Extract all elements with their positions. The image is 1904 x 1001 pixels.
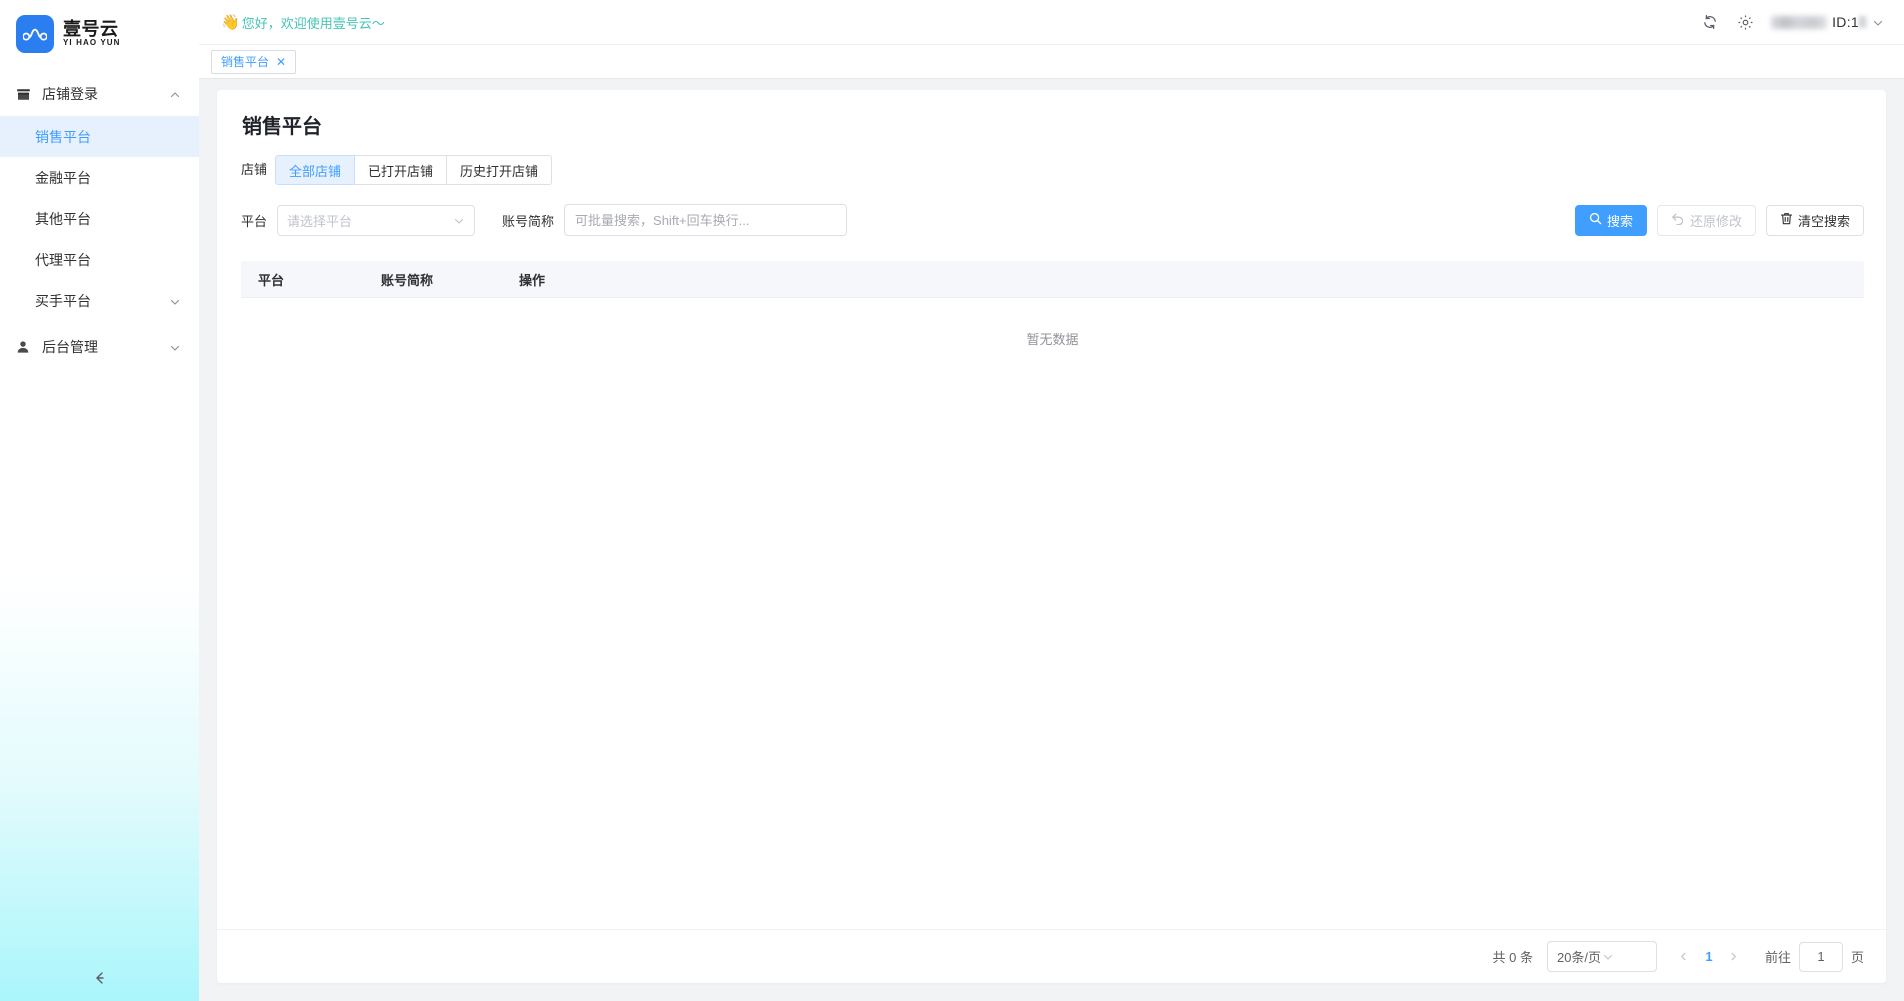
search-button-label: 搜索 [1606,213,1633,229]
tab-history-opened-shops[interactable]: 历史打开店铺 [446,155,553,185]
sidebar-menu: 店铺登录 销售平台 金融平台 其他平台 代理平台 买手平台 后台管理 [0,67,199,369]
chevron-down-icon [1872,16,1884,28]
account-search-input[interactable] [564,204,848,236]
undo-icon [1671,212,1685,228]
main-region: 👋 您好，欢迎使用壹号云～ ID:1 销售平台 ✕ 销售平台 店铺 全部店铺 已… [199,0,1904,1001]
sidebar-collapse-button[interactable] [0,960,199,1001]
filter-actions: 搜索 还原修改 清空搜索 [1574,204,1864,236]
pagination-total: 共 0 条 [1492,950,1533,965]
page-tab-label: 销售平台 [221,55,270,69]
chevron-down-icon [453,214,465,226]
clear-search-label: 清空搜索 [1797,213,1850,229]
tab-opened-shops[interactable]: 已打开店铺 [354,155,448,185]
wave-dots-logo-icon [16,14,54,53]
shops-table: 平台 账号简称 操作 暂无数据 [217,236,1886,983]
trash-icon [1780,212,1793,229]
sidebar-item-label: 金融平台 [35,169,91,186]
chevron-right-icon[interactable] [1721,944,1747,970]
platform-select[interactable]: 请选择平台 [277,204,476,236]
account-field: 账号简称 [502,204,848,236]
platform-label: 平台 [241,213,268,229]
table-empty-state: 暂无数据 [1026,332,1079,347]
welcome-text: 您好，欢迎使用壹号云～ [241,15,385,31]
sidebar-item-sales-platform[interactable]: 销售平台 [0,116,199,157]
column-header-platform: 平台 [258,272,285,288]
welcome-message: 👋 您好，欢迎使用壹号云～ [221,13,385,32]
page-title: 销售平台 [242,116,322,138]
page-size-select[interactable]: 20条/页 [1546,941,1657,972]
chevron-down-icon [169,341,181,353]
chevron-down-icon [169,295,181,307]
sidebar-group-shop-login[interactable]: 店铺登录 [0,72,199,116]
sidebar-item-label: 销售平台 [35,128,91,145]
close-icon[interactable]: ✕ [276,56,286,68]
page-tab-sales-platform[interactable]: 销售平台 ✕ [211,49,297,74]
brand-text: 壹号云 YI HAO YUN [63,20,121,47]
top-header: 👋 您好，欢迎使用壹号云～ ID:1 [199,0,1904,45]
platform-select-placeholder: 请选择平台 [287,213,353,229]
user-avatar-name-redacted [1771,15,1828,29]
page-tab-strip: 销售平台 ✕ [199,45,1904,79]
filter-bar: 平台 请选择平台 账号简称 可批量搜索，Shift+回车换行... 搜索 还原修… [217,185,1886,236]
pagination-jump-label: 前往 [1764,950,1791,965]
sales-platform-card: 销售平台 店铺 全部店铺 已打开店铺 历史打开店铺 平台 请选择平台 账号简称 … [217,90,1886,983]
sidebar-item-label: 代理平台 [35,251,91,268]
restore-changes-button[interactable]: 还原修改 [1656,204,1756,236]
content-wrapper: 销售平台 店铺 全部店铺 已打开店铺 历史打开店铺 平台 请选择平台 账号简称 … [199,79,1904,1001]
chevron-down-icon [1602,951,1647,963]
search-button[interactable]: 搜索 [1574,204,1647,236]
waving-hand-icon: 👋 [221,14,240,31]
sidebar-item-buyer-platform[interactable]: 买手平台 [0,280,199,321]
sidebar-item-label: 买手平台 [35,292,91,309]
search-icon [1589,212,1602,228]
chevron-left-icon[interactable] [1671,944,1697,970]
gear-icon[interactable] [1736,13,1754,31]
brand-name-en: YI HAO YUN [63,38,121,47]
shop-tabs-label: 店铺 [241,162,268,177]
platform-field: 平台 请选择平台 [241,204,476,236]
sidebar-item-label: 其他平台 [35,210,91,227]
pagination-page-1[interactable]: 1 [1697,949,1721,964]
clear-search-button[interactable]: 清空搜索 [1765,204,1864,236]
sidebar-group-label: 后台管理 [42,339,98,355]
arrow-left-icon [92,970,108,991]
sidebar: 壹号云 YI HAO YUN 店铺登录 销售平台 金融平台 其他平台 代理平台 … [0,0,199,1001]
refresh-icon[interactable] [1701,13,1719,31]
tab-all-shops[interactable]: 全部店铺 [275,155,356,185]
sidebar-group-admin[interactable]: 后台管理 [0,325,199,369]
user-icon [14,340,32,354]
pagination-jump: 前往 页 [1764,941,1864,972]
pagination-jump-suffix: 页 [1850,950,1864,965]
sidebar-item-agent-platform[interactable]: 代理平台 [0,239,199,280]
sidebar-item-finance-platform[interactable]: 金融平台 [0,157,199,198]
pagination-bar: 共 0 条 20条/页 1 前往 1 页 [217,929,1886,983]
page-size-value: 20条/页 [1556,950,1602,965]
sidebar-group-label: 店铺登录 [42,86,98,102]
pagination-jump-input[interactable] [1798,941,1843,972]
account-label: 账号简称 [502,213,555,229]
brand-name-cn: 壹号云 [63,19,119,39]
sidebar-item-other-platform[interactable]: 其他平台 [0,198,199,239]
column-header-actions: 操作 [519,272,546,288]
header-actions: ID:1 [1701,13,1884,31]
shop-tabs: 店铺 全部店铺 已打开店铺 历史打开店铺 [217,139,1886,185]
user-menu[interactable]: ID:1 [1771,14,1884,30]
column-header-account-alias: 账号简称 [381,272,434,288]
chevron-up-icon [169,88,181,100]
restore-changes-label: 还原修改 [1689,213,1742,229]
brand-logo[interactable]: 壹号云 YI HAO YUN [0,0,199,67]
app-root: 壹号云 YI HAO YUN 店铺登录 销售平台 金融平台 其他平台 代理平台 … [0,0,1904,1001]
user-id-label: ID:1 [1832,14,1867,30]
table-header-row: 平台 账号简称 操作 [241,261,1864,298]
shop-icon [14,87,32,102]
